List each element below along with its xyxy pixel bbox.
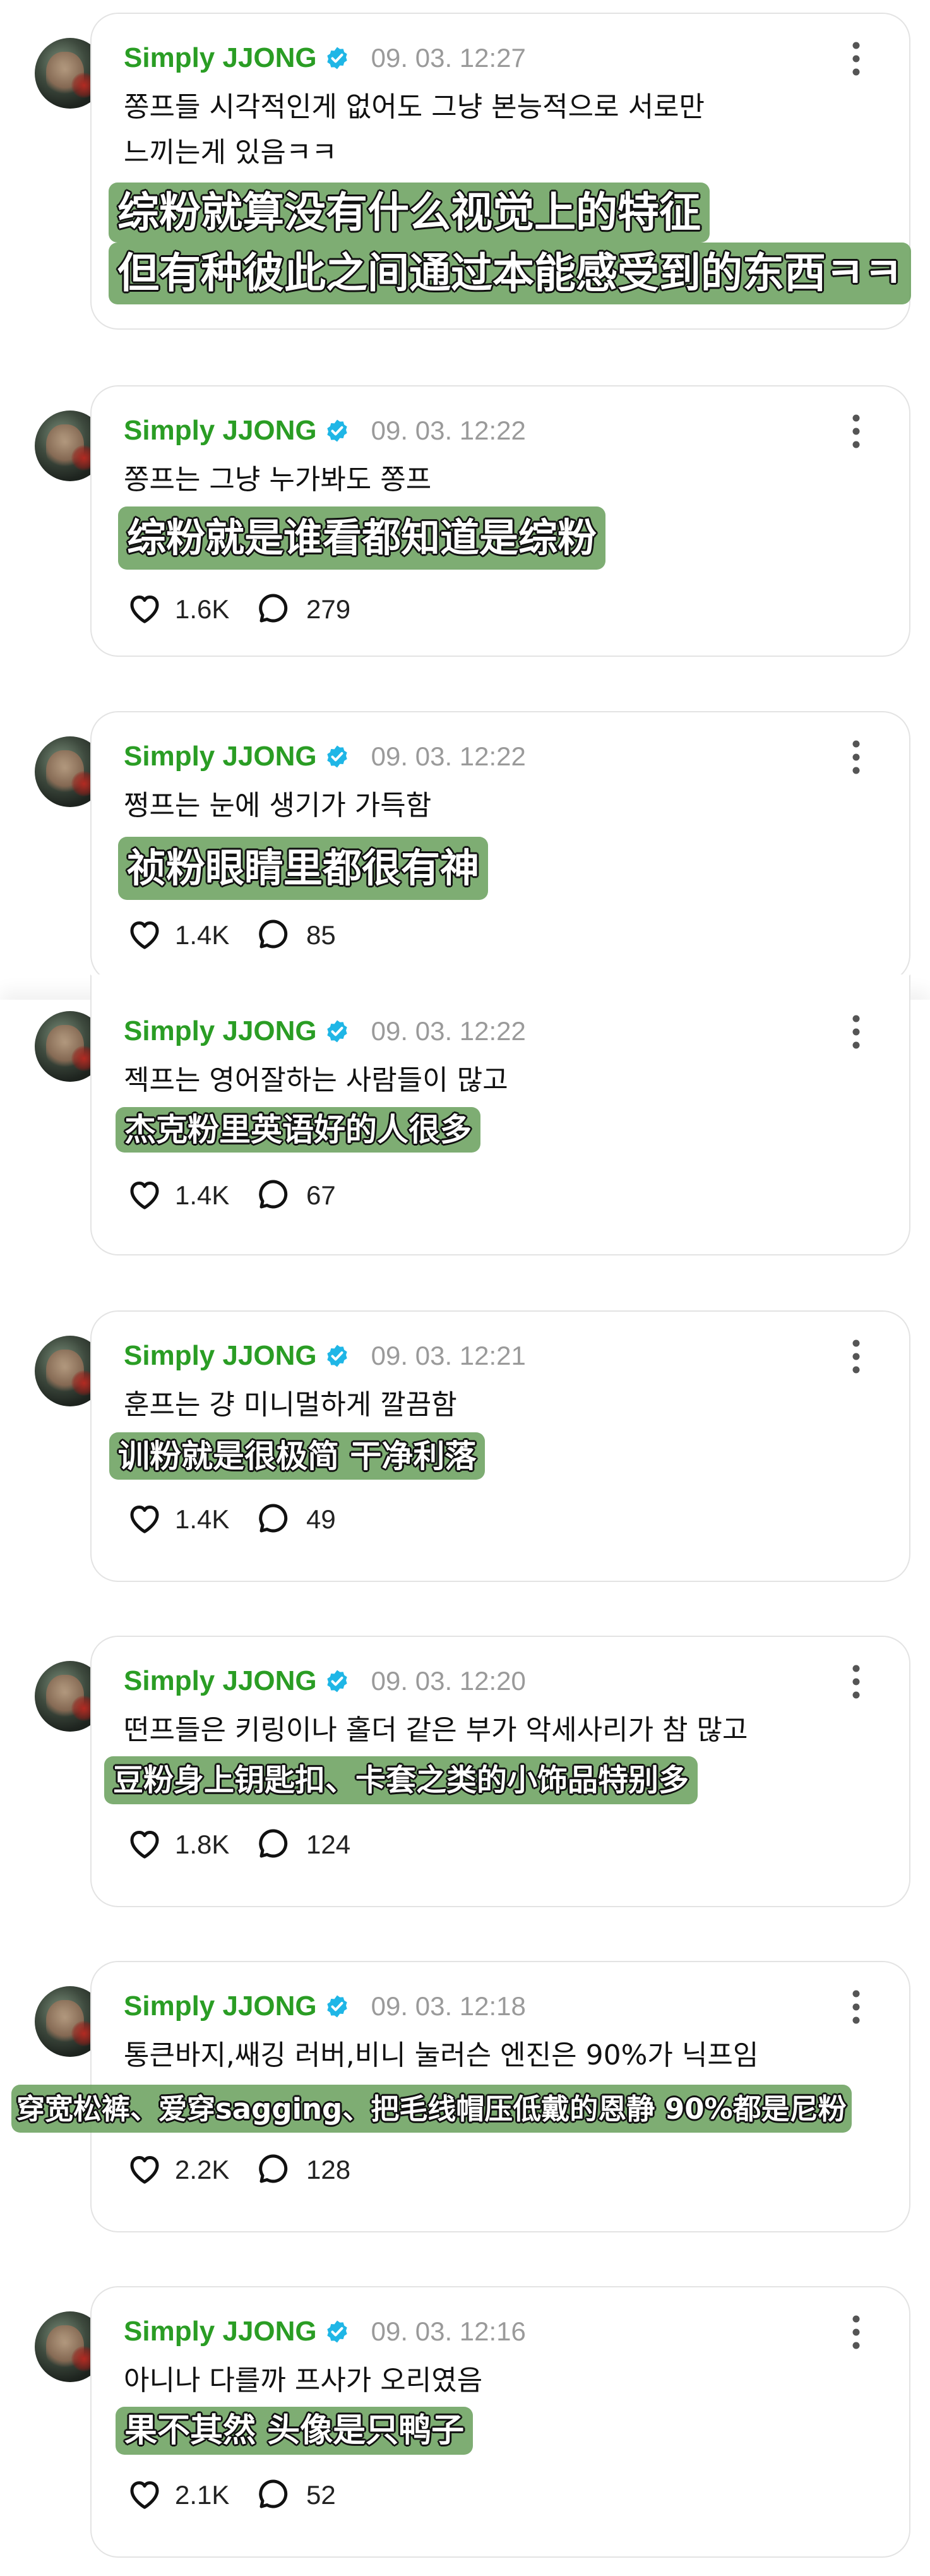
post-2: Simply JJONG 09. 03. 12:22 쫑프는 그냥 누가봐도 쫑… (0, 354, 930, 682)
verified-badge-icon (327, 1995, 347, 2018)
timestamp: 09. 03. 12:18 (371, 1991, 526, 2021)
username[interactable]: Simply JJONG (124, 743, 317, 770)
comment-bubble-icon[interactable] (255, 589, 293, 627)
more-vertical-icon[interactable] (851, 40, 861, 77)
comment-bubble-icon[interactable] (255, 1824, 293, 1862)
thread-screenshot-bottom: Simply JJONG 09. 03. 12:22 젝프는 영어잘하는 사람들… (0, 974, 930, 2576)
reply-count: 67 (306, 1180, 336, 1210)
timestamp: 09. 03. 12:22 (371, 741, 526, 771)
comment-bubble-icon[interactable] (255, 1499, 293, 1537)
timestamp: 09. 03. 12:20 (371, 1666, 526, 1696)
heart-icon[interactable] (126, 2475, 164, 2513)
username[interactable]: Simply JJONG (124, 1992, 317, 2020)
subtitle-line-1: 祯粉眼睛里都很有神 (118, 837, 489, 900)
username[interactable]: Simply JJONG (124, 44, 317, 72)
timestamp: 09. 03. 12:21 (371, 1341, 526, 1370)
comment-bubble-icon[interactable] (255, 915, 293, 953)
post-text-line-1: 쫑프는 그냥 누가봐도 쫑프 (124, 464, 432, 496)
heart-icon[interactable] (126, 1824, 164, 1862)
verified-badge-icon (327, 1670, 347, 1692)
reply-count: 85 (306, 920, 336, 950)
username[interactable]: Simply JJONG (124, 1667, 317, 1695)
heart-icon[interactable] (126, 915, 164, 953)
subtitle-line-1: 豆粉身上钥匙扣、卡套之类的小饰品特别多 (104, 1756, 698, 1804)
reply-count: 52 (306, 2480, 336, 2510)
post-text-line-1: 쫑프들 시각적인게 없어도 그냥 본능적으로 서로만 (124, 91, 705, 123)
heart-icon[interactable] (126, 2150, 164, 2188)
timestamp: 09. 03. 12:22 (371, 416, 526, 445)
like-count: 2.2K (175, 2155, 230, 2184)
more-vertical-icon[interactable] (851, 1989, 861, 2025)
like-count: 2.1K (175, 2480, 230, 2510)
reply-count: 279 (306, 594, 351, 624)
timestamp: 09. 03. 12:16 (371, 2316, 526, 2346)
heart-icon[interactable] (126, 1499, 164, 1537)
subtitle-line-1: 综粉就算没有什么视觉上的特征 (109, 183, 710, 243)
like-count: 1.6K (175, 594, 230, 624)
post-text-line-1: 훈프는 걍 미니멀하게 깔끔함 (124, 1389, 457, 1421)
post-3: Simply JJONG 09. 03. 12:22 쩡프는 눈에 생기가 가득… (0, 682, 930, 1000)
verified-badge-icon (327, 47, 347, 69)
subtitle-line-1: 训粉就是很极简 干净利落 (109, 1432, 486, 1480)
timestamp: 09. 03. 12:27 (371, 43, 526, 73)
verified-badge-icon (327, 745, 347, 768)
post-7: Simply JJONG 09. 03. 12:18 통큰바지,쌔깅 러버,비니… (0, 1960, 930, 2285)
reply-count: 128 (306, 2155, 351, 2184)
more-vertical-icon[interactable] (851, 1338, 861, 1375)
subtitle-line-1: 穿宽松裤、爱穿sagging、把毛线帽压低戴的恩静 90%都是尼粉 (11, 2085, 852, 2133)
post-4: Simply JJONG 09. 03. 12:22 젝프는 영어잘하는 사람들… (0, 974, 930, 1309)
post-text-line-1: 아니나 다를까 프사가 오리였음 (124, 2364, 483, 2397)
comment-bubble-icon[interactable] (255, 2475, 293, 2513)
more-vertical-icon[interactable] (851, 413, 861, 450)
verified-badge-icon (327, 2320, 347, 2343)
like-count: 1.4K (175, 1504, 230, 1534)
post-text-line-1: 젝프는 영어잘하는 사람들이 많고 (124, 1064, 508, 1096)
subtitle-line-1: 果不其然 头像是只鸭子 (116, 2407, 474, 2455)
verified-badge-icon (327, 419, 347, 442)
verified-badge-icon (327, 1345, 347, 1367)
post-text-line-1: 떤프들은 키링이나 홀더 같은 부가 악세사리가 참 많고 (124, 1714, 748, 1746)
username[interactable]: Simply JJONG (124, 417, 317, 445)
comment-bubble-icon[interactable] (255, 1175, 293, 1213)
more-vertical-icon[interactable] (851, 2314, 861, 2351)
more-vertical-icon[interactable] (851, 1663, 861, 1700)
subtitle-line-2: 但有种彼此之间通过本能感受到的东西ㅋㅋ (109, 243, 912, 304)
heart-icon[interactable] (126, 1175, 164, 1213)
post-text-line-1: 통큰바지,쌔깅 러버,비니 눌러슨 엔진은 90%가 닉프임 (124, 2039, 759, 2071)
post-5: Simply JJONG 09. 03. 12:21 훈프는 걍 미니멀하게 깔… (0, 1309, 930, 1634)
post-text-line-1: 쩡프는 눈에 생기가 가득함 (124, 789, 432, 822)
username[interactable]: Simply JJONG (124, 1017, 317, 1045)
more-vertical-icon[interactable] (851, 739, 861, 776)
thread-screenshot-top: Simply JJONG 09. 03. 12:27 쫑프들 시각적인게 없어도… (0, 0, 930, 1000)
like-count: 1.8K (175, 1830, 230, 1859)
username[interactable]: Simply JJONG (124, 1342, 317, 1370)
reply-count: 49 (306, 1504, 336, 1534)
reply-count: 124 (306, 1830, 351, 1859)
comment-bubble-icon[interactable] (255, 2150, 293, 2188)
post-6: Simply JJONG 09. 03. 12:20 떤프들은 키링이나 홀더 … (0, 1634, 930, 1960)
like-count: 1.4K (175, 1180, 230, 1210)
post-1: Simply JJONG 09. 03. 12:27 쫑프들 시각적인게 없어도… (0, 0, 930, 354)
like-count: 1.4K (175, 920, 230, 950)
timestamp: 09. 03. 12:22 (371, 1016, 526, 1046)
subtitle-line-1: 综粉就是谁看都知道是综粉 (118, 506, 606, 570)
post-text-line-2: 느끼는게 있음ㅋㅋ (124, 136, 337, 169)
username[interactable]: Simply JJONG (124, 2318, 317, 2345)
more-vertical-icon[interactable] (851, 1014, 861, 1050)
heart-icon[interactable] (126, 589, 164, 627)
verified-badge-icon (327, 1020, 347, 1043)
subtitle-line-1: 杰克粉里英语好的人很多 (116, 1107, 480, 1153)
post-8: Simply JJONG 09. 03. 12:16 아니나 다를까 프사가 오… (0, 2285, 930, 2576)
